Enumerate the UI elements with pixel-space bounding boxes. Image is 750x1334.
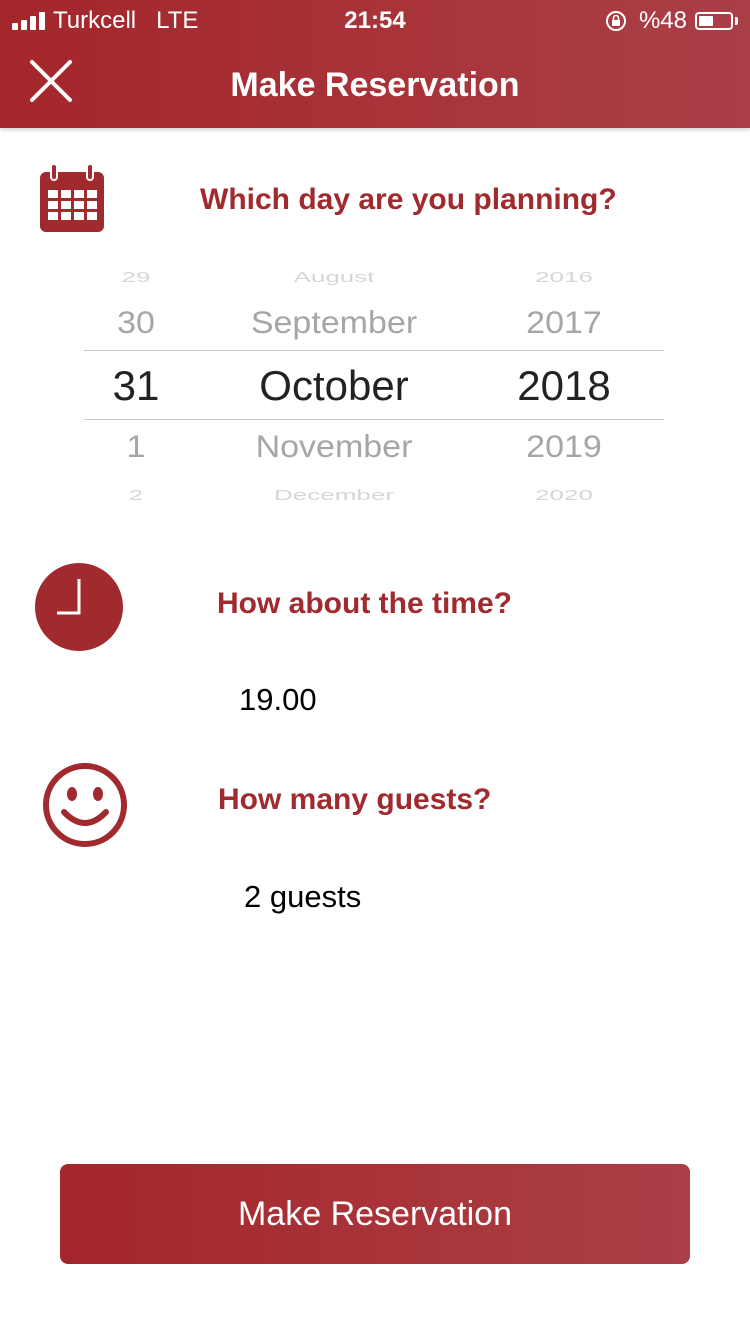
day-selected[interactable]: 31 [104,362,168,410]
guests-value[interactable]: 2 guests [244,879,361,915]
year-selected[interactable]: 2018 [494,362,634,410]
date-picker[interactable]: 29 30 31 1 2 August September October No… [84,258,664,504]
date-question: Which day are you planning? [200,183,617,216]
day-wheel[interactable]: 29 30 31 1 2 [104,258,168,504]
time-value[interactable]: 19.00 [239,682,317,718]
year-option[interactable]: 2019 [494,430,634,466]
battery-icon [695,12,733,30]
month-option[interactable]: December [214,487,454,504]
month-option[interactable]: August [214,269,454,286]
month-wheel[interactable]: August September October November Decemb… [214,258,454,504]
status-right: %48 [605,7,738,35]
battery-percent: %48 [638,7,687,34]
month-option[interactable]: November [214,430,454,466]
guests-question: How many guests? [218,783,492,816]
day-option[interactable]: 30 [104,306,168,342]
page-title: Make Reservation [230,66,520,104]
year-option[interactable]: 2017 [494,306,634,342]
make-reservation-button[interactable]: Make Reservation [60,1164,690,1264]
day-option[interactable]: 1 [104,430,168,466]
status-bar: Turkcell LTE 21:54 %48 [0,0,750,40]
battery-tip [735,17,738,25]
smiley-icon [43,763,127,847]
rotation-lock-icon [605,11,626,31]
month-selected[interactable]: October [214,362,454,410]
day-option[interactable]: 2 [104,487,168,504]
month-option[interactable]: September [214,306,454,342]
year-wheel[interactable]: 2016 2017 2018 2019 2020 [494,258,634,504]
time-question: How about the time? [217,587,512,620]
calendar-icon [40,163,104,232]
day-option[interactable]: 29 [104,269,168,286]
year-option[interactable]: 2016 [494,269,634,286]
app-header: Turkcell LTE 21:54 %48 Make Reservation [0,0,750,128]
clock-icon [35,563,123,651]
year-option[interactable]: 2020 [494,487,634,504]
